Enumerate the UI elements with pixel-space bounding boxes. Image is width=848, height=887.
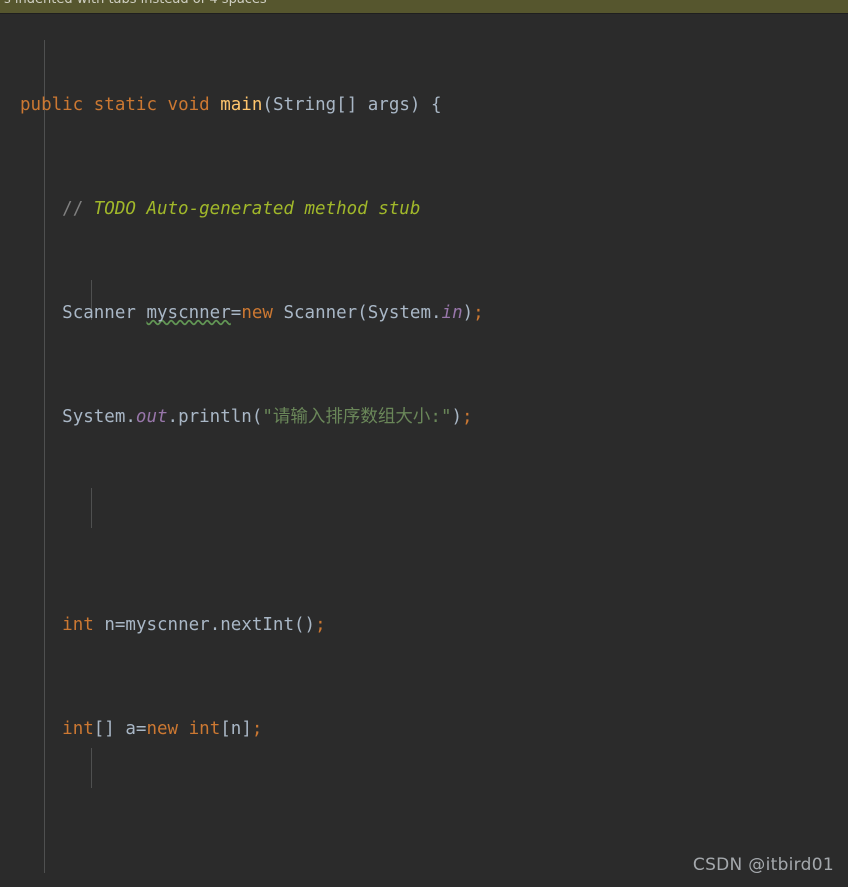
- token-var-myscnner: myscnner: [146, 303, 231, 323]
- token-keyword-void: void: [167, 95, 210, 115]
- code-line-5[interactable]: [0, 508, 669, 534]
- token-type-scanner: Scanner: [62, 303, 136, 323]
- token-keyword-new-2: new: [146, 719, 179, 739]
- token-method-println-1: println: [178, 407, 252, 427]
- token-comment-todo: TODO Auto-generated method stub: [83, 199, 421, 219]
- code-line-6[interactable]: int n=myscnner.nextInt();: [0, 612, 669, 638]
- code-line-4[interactable]: System.out.println("请输入排序数组大小:");: [0, 404, 669, 430]
- csdn-watermark: CSDN @itbird01: [692, 855, 834, 875]
- token-var-myscnner-2: myscnner: [125, 615, 210, 635]
- token-var-n-1: n: [104, 615, 115, 635]
- inspection-warning-text: s indented with tabs instead of 4 spaces: [4, 0, 267, 8]
- token-type-system-2: System: [62, 407, 126, 427]
- code-line-8[interactable]: [0, 820, 669, 846]
- token-param-args: args: [367, 95, 410, 115]
- token-keyword-int-2: int: [62, 719, 94, 739]
- token-var-a-1: a: [125, 719, 136, 739]
- inspection-warning-bar[interactable]: s indented with tabs instead of 4 spaces: [0, 0, 848, 14]
- token-string-prompt: "请输入排序数组大小:": [262, 407, 452, 427]
- token-keyword-int-3: int: [188, 719, 221, 739]
- token-field-in: in: [441, 303, 463, 323]
- token-keyword-new-1: new: [241, 303, 273, 323]
- token-comment-slashes: //: [62, 199, 84, 219]
- token-type-string: String: [272, 95, 337, 115]
- code-text-block[interactable]: public static void main(String[] args) {…: [0, 14, 669, 887]
- token-field-out-1: out: [135, 407, 168, 427]
- token-var-n-2: n: [230, 719, 242, 739]
- code-editor-viewport: s indented with tabs instead of 4 spaces…: [0, 0, 848, 887]
- token-ctor-scanner: Scanner: [283, 303, 358, 323]
- token-keyword-static: static: [93, 95, 157, 115]
- token-keyword-public: public: [20, 95, 84, 115]
- code-surface[interactable]: public static void main(String[] args) {…: [0, 14, 848, 887]
- code-line-2[interactable]: // TODO Auto-generated method stub: [0, 196, 669, 222]
- token-type-system-1: System: [367, 303, 431, 323]
- code-line-3[interactable]: Scanner myscnner=new Scanner(System.in);: [0, 300, 669, 326]
- code-line-7[interactable]: int[] a=new int[n];: [0, 716, 669, 742]
- token-method-nextint-1: nextInt: [220, 615, 295, 635]
- token-keyword-int-1: int: [62, 615, 94, 635]
- token-method-main: main: [220, 95, 263, 115]
- code-line-1[interactable]: public static void main(String[] args) {: [0, 92, 669, 118]
